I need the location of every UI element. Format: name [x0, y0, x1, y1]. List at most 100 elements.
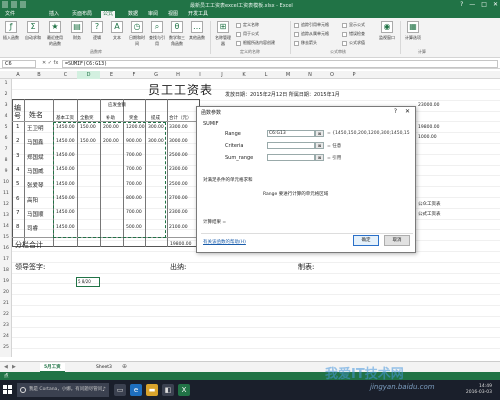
- datetime-button[interactable]: ◷ 日期和时间: [128, 21, 146, 47]
- watch-window-button[interactable]: ◉ 监视窗口: [378, 21, 396, 41]
- salary-cell[interactable]: 2500.00: [169, 153, 188, 158]
- row-header[interactable]: 17: [0, 257, 12, 262]
- remove-arrows-button[interactable]: 移去箭头: [294, 40, 317, 46]
- excel-icon[interactable]: X: [178, 384, 190, 396]
- cortana-search-box[interactable]: 我是 Cortana，小娜。有问题尽管问我。 ♪: [17, 383, 109, 397]
- financial-button[interactable]: ▤ 财务: [68, 21, 86, 41]
- column-header[interactable]: C: [54, 71, 77, 79]
- column-header[interactable]: M: [277, 71, 299, 79]
- collapse-dialog-icon[interactable]: ⊠: [315, 142, 324, 149]
- create-from-selection-button[interactable]: 根据所选内容创建: [236, 40, 275, 46]
- calc-options-button[interactable]: ▦ 计算选项: [404, 21, 422, 41]
- column-header[interactable]: G: [145, 71, 167, 79]
- insert-function-button[interactable]: ƒ 插入函数: [2, 21, 20, 41]
- column-header[interactable]: B: [24, 71, 54, 79]
- column-header[interactable]: D: [77, 71, 100, 79]
- row-header[interactable]: 3: [0, 103, 12, 108]
- autosum-button[interactable]: Σ 自动求和: [24, 21, 42, 41]
- column-header[interactable]: O: [321, 71, 343, 79]
- save-icon[interactable]: [2, 1, 8, 8]
- help-link[interactable]: 有关该函数的帮助(H): [203, 239, 246, 245]
- define-name-button[interactable]: 定义名称: [236, 22, 259, 28]
- help-button[interactable]: ?: [460, 1, 463, 8]
- more-functions-button[interactable]: … 其他函数: [188, 21, 206, 41]
- system-clock[interactable]: 14:49 2016-03-03: [466, 384, 492, 396]
- column-header[interactable]: E: [100, 71, 123, 79]
- scroll-right-icon[interactable]: ▶: [12, 364, 16, 370]
- salary-cell[interactable]: 2300.00: [169, 210, 188, 215]
- math-button[interactable]: θ 数学和三角函数: [168, 21, 186, 47]
- column-header[interactable]: P: [343, 71, 365, 79]
- row-header[interactable]: 20: [0, 290, 12, 295]
- row-header[interactable]: 16: [0, 246, 12, 251]
- column-header[interactable]: N: [299, 71, 321, 79]
- tab-developer[interactable]: 开发工具: [186, 11, 210, 18]
- trace-precedents-button[interactable]: 追踪引用单元格: [294, 22, 329, 28]
- column-header[interactable]: L: [255, 71, 277, 79]
- salary-cell[interactable]: 2700.00: [169, 196, 188, 201]
- maximize-button[interactable]: □: [481, 1, 487, 8]
- salary-cell[interactable]: 2500.00: [169, 182, 188, 187]
- row-header[interactable]: 21: [0, 301, 12, 306]
- add-sheet-icon[interactable]: ⊕: [122, 363, 127, 370]
- column-header[interactable]: J: [211, 71, 233, 79]
- text-button[interactable]: A 文本: [108, 21, 126, 41]
- salary-cell[interactable]: 3300.00: [169, 125, 188, 130]
- column-header[interactable]: H: [167, 71, 189, 79]
- microphone-icon[interactable]: ♪: [102, 383, 106, 397]
- active-cell[interactable]: 5 8/20: [76, 277, 100, 287]
- row-header[interactable]: 13: [0, 213, 12, 218]
- row-header[interactable]: 12: [0, 202, 12, 207]
- column-header[interactable]: K: [233, 71, 255, 79]
- recent-functions-button[interactable]: ★ 最近使用的函数: [46, 21, 64, 47]
- row-header[interactable]: 4: [0, 114, 12, 119]
- row-header[interactable]: 8: [0, 158, 12, 163]
- arg-input-range[interactable]: C6:G13: [267, 130, 315, 137]
- minimize-button[interactable]: —: [469, 1, 475, 8]
- arg-input-criteria[interactable]: [267, 142, 315, 149]
- row-header[interactable]: 15: [0, 235, 12, 240]
- collapse-dialog-icon[interactable]: ⊠: [315, 130, 324, 137]
- column-header[interactable]: I: [189, 71, 211, 79]
- row-header[interactable]: 22: [0, 312, 12, 317]
- windows-start-icon[interactable]: [3, 385, 13, 395]
- salary-cell[interactable]: 2100.00: [169, 225, 188, 230]
- task-view-icon[interactable]: ▭: [114, 384, 126, 396]
- dialog-close-button[interactable]: ✕: [405, 108, 410, 115]
- undo-icon[interactable]: [11, 1, 17, 8]
- row-header[interactable]: 23: [0, 323, 12, 328]
- tab-insert[interactable]: 插入: [47, 11, 61, 18]
- row-header[interactable]: 9: [0, 169, 12, 174]
- tab-page-layout[interactable]: 页面布局: [70, 11, 94, 18]
- cancel-button[interactable]: 取消: [384, 235, 410, 246]
- arg-input-sum-range[interactable]: [267, 154, 315, 161]
- scroll-left-icon[interactable]: ◀: [4, 364, 8, 370]
- formula-input[interactable]: =SUMIF(C6:G13): [62, 60, 498, 68]
- redo-icon[interactable]: [20, 1, 26, 8]
- row-header[interactable]: 2: [0, 92, 12, 97]
- name-manager-button[interactable]: ⊞ 名称管理器: [214, 21, 232, 47]
- tab-view[interactable]: 视图: [166, 11, 180, 18]
- close-button[interactable]: ✕: [493, 1, 498, 8]
- ok-button[interactable]: 确定: [353, 235, 379, 246]
- column-header[interactable]: F: [123, 71, 145, 79]
- row-header[interactable]: 7: [0, 147, 12, 152]
- lookup-button[interactable]: ⌕ 查找与引用: [148, 21, 166, 47]
- row-header[interactable]: 11: [0, 191, 12, 196]
- row-header[interactable]: 5: [0, 125, 12, 130]
- file-explorer-icon[interactable]: ▬: [146, 384, 158, 396]
- row-header[interactable]: 18: [0, 268, 12, 273]
- trace-dependents-button[interactable]: 追踪从属单元格: [294, 31, 329, 37]
- error-checking-button[interactable]: 错误检查: [342, 31, 365, 37]
- column-header[interactable]: A: [12, 71, 24, 79]
- salary-cell[interactable]: 2300.00: [169, 167, 188, 172]
- sheet-tab[interactable]: 5月工资: [40, 363, 65, 372]
- formula-buttons[interactable]: ✕ ✓ fx: [42, 60, 58, 66]
- tab-file[interactable]: 文件: [3, 11, 17, 18]
- row-header[interactable]: 24: [0, 334, 12, 339]
- store-icon[interactable]: ◧: [162, 384, 174, 396]
- tab-formulas[interactable]: 公式: [101, 11, 116, 18]
- evaluate-formula-button[interactable]: 公式求值: [342, 40, 365, 46]
- sheet-tab[interactable]: Sheet3: [92, 363, 116, 372]
- use-in-formula-button[interactable]: 用于公式: [236, 31, 259, 37]
